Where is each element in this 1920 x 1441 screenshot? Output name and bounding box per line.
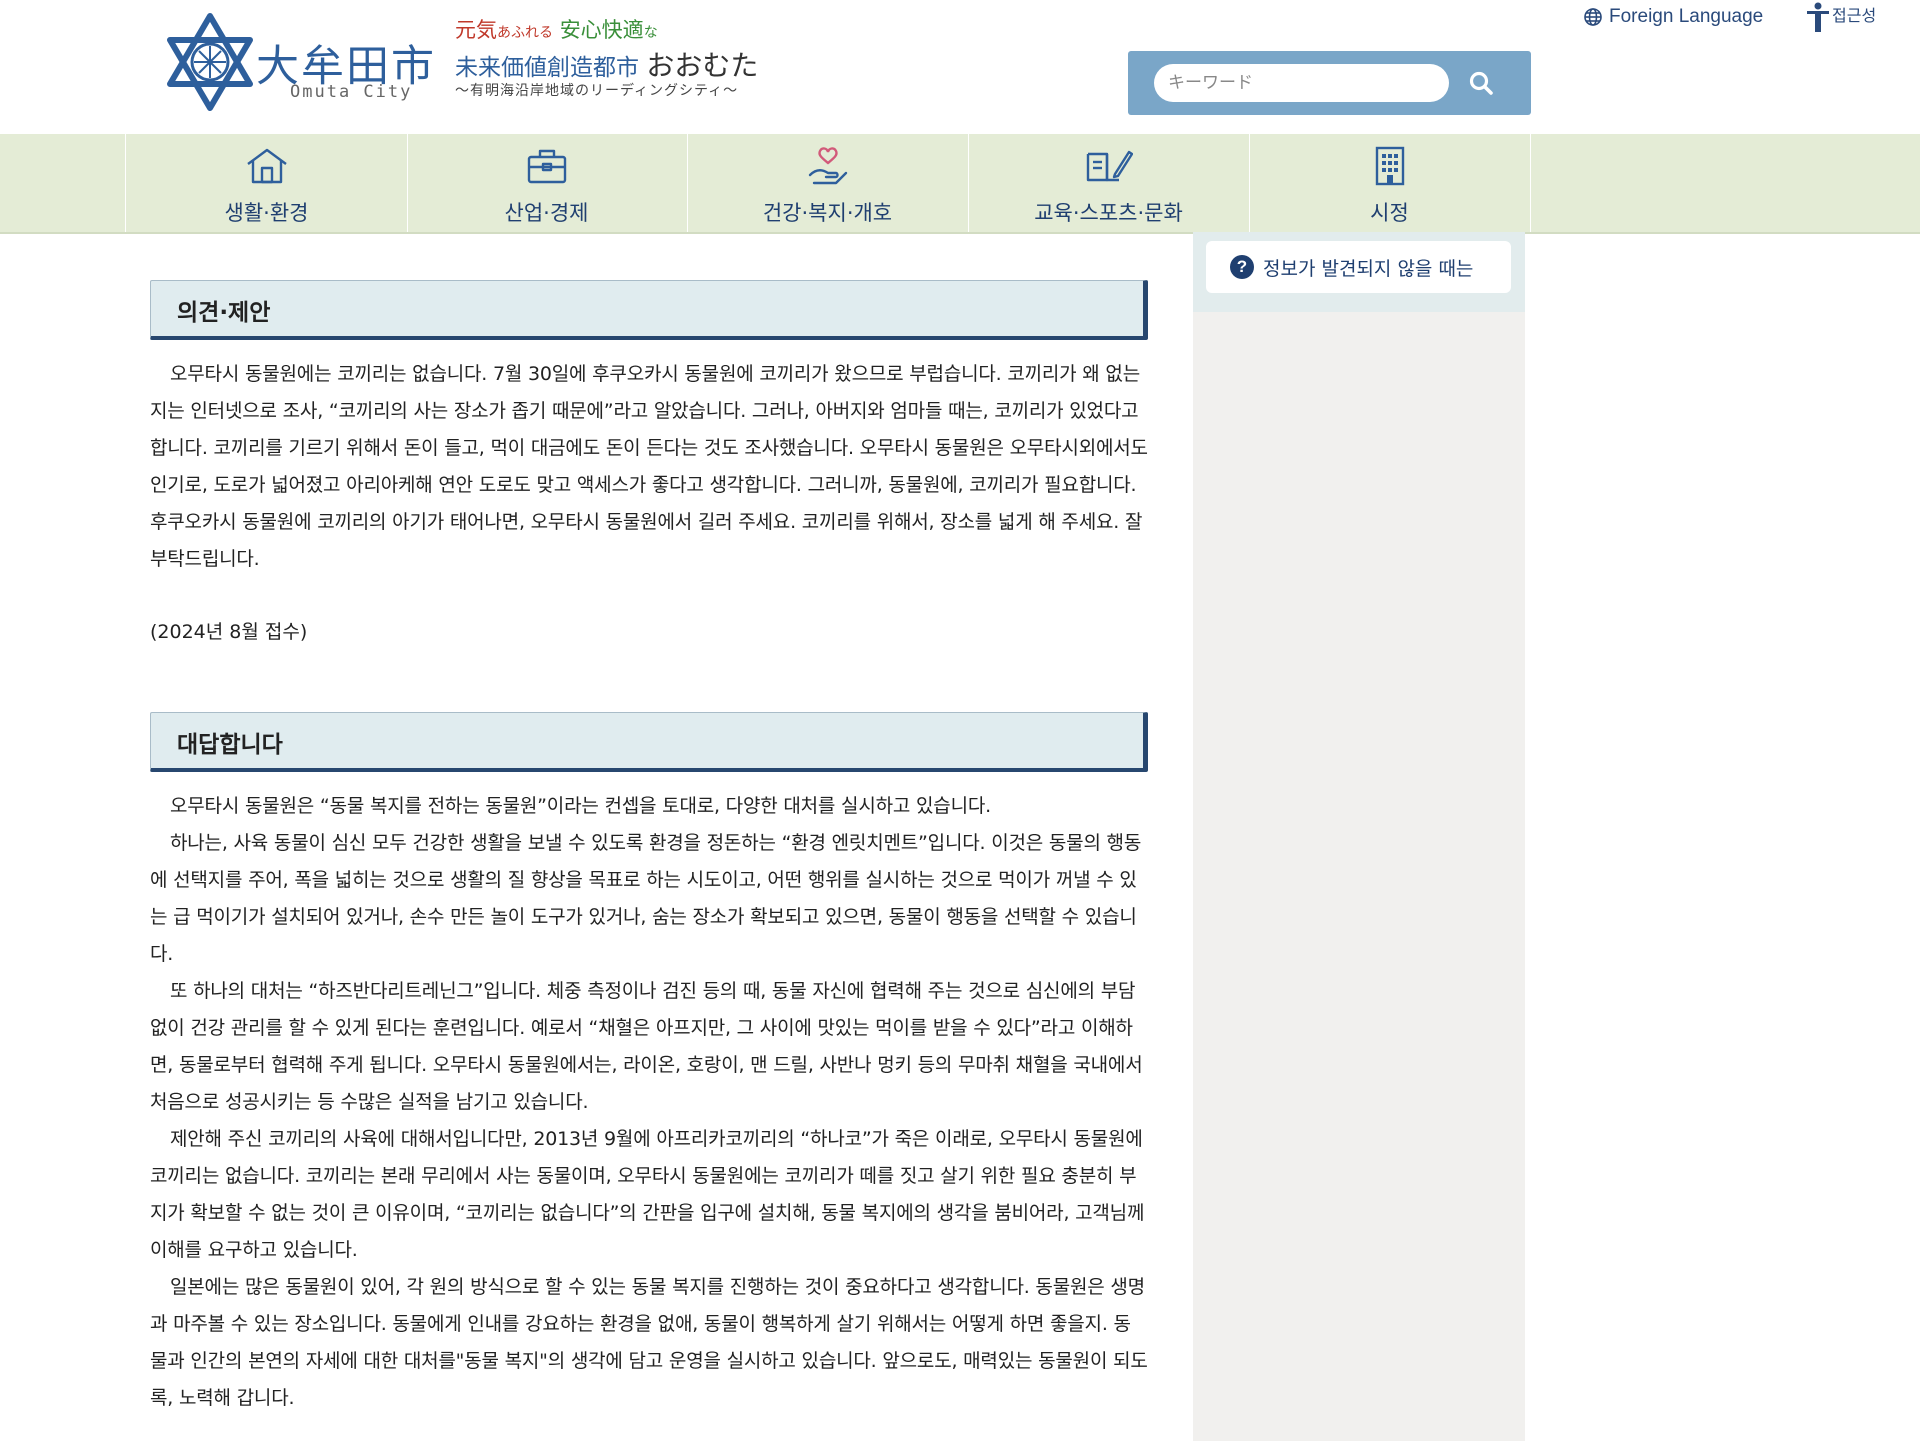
globe-icon bbox=[1584, 8, 1602, 26]
answer-paragraph: 일본에는 많은 동물원이 있어, 각 원의 방식으로 할 수 있는 동물 복지를… bbox=[150, 1276, 1148, 1409]
info-not-found-link[interactable]: ? 정보가 발견되지 않을 때는 bbox=[1206, 241, 1511, 293]
answer-heading: 대답합니다 bbox=[177, 732, 283, 758]
answer-paragraph: 또 하나의 대처는 “하즈반다리트레닌그”입니다. 체중 측정이나 검진 등의 … bbox=[150, 980, 1143, 1113]
briefcase-icon bbox=[527, 149, 566, 184]
search-icon bbox=[1469, 71, 1493, 95]
nav-item-health-welfare-care[interactable]: 건강·복지·개호 bbox=[687, 134, 969, 232]
tagline-word: あふれる bbox=[497, 25, 553, 41]
received-date: (2024년 8월 접수) bbox=[150, 621, 308, 643]
tagline-subline: 〜有明海沿岸地域のリーディングシティ〜 bbox=[455, 83, 739, 99]
heart-hand-icon bbox=[808, 147, 847, 185]
city-tagline: 元気あふれる 安心快適な 未来価値創造都市 おおむた 〜有明海沿岸地域のリーディ… bbox=[455, 14, 815, 100]
nav-item-city-administration[interactable]: 시정 bbox=[1249, 134, 1531, 232]
foreign-language-link[interactable]: Foreign Language bbox=[1583, 6, 1763, 28]
search-bar bbox=[1128, 51, 1531, 115]
nav-item-education-sports-culture[interactable]: 교육·스포츠·문화 bbox=[968, 134, 1250, 232]
accessibility-link[interactable]: 접근성 bbox=[1806, 2, 1876, 34]
house-icon bbox=[246, 148, 287, 184]
building-icon bbox=[1375, 146, 1404, 186]
accessibility-person-icon bbox=[1807, 2, 1829, 32]
book-pen-icon bbox=[1086, 150, 1133, 182]
answer-body: 오무타시 동물원은 “동물 복지를 전하는 동물원”이라는 컨셉을 토대로, 다… bbox=[150, 788, 1148, 1417]
sidebar-header: ? 정보가 발견되지 않을 때는 bbox=[1193, 232, 1525, 312]
global-nav: 생활·환경 산업·경제 건강·복지·개호 교육·스포츠·문화 시정 bbox=[0, 134, 1920, 234]
foreign-language-label: Foreign Language bbox=[1609, 6, 1764, 27]
nav-label: 건강·복지·개호 bbox=[762, 201, 893, 225]
tagline-word: 未来価値創造都市 bbox=[455, 55, 639, 81]
opinion-body: 오무타시 동물원에는 코끼리는 없습니다. 7월 30일에 후쿠오카시 동물원에… bbox=[150, 363, 1148, 570]
accessibility-label: 접근성 bbox=[1832, 6, 1877, 25]
info-not-found-label: 정보가 발견되지 않을 때는 bbox=[1263, 257, 1474, 280]
nav-label: 교육·스포츠·문화 bbox=[1034, 201, 1183, 225]
answer-paragraph: 하나는, 사육 동물이 심신 모두 건강한 생활을 보낼 수 있도록 환경을 정… bbox=[150, 832, 1142, 965]
nav-item-life-environment[interactable]: 생활·환경 bbox=[125, 134, 408, 232]
opinion-heading-box: 의견·제안 bbox=[150, 280, 1148, 340]
nav-label: 시정 bbox=[1370, 201, 1409, 225]
tagline-word: おおむた bbox=[646, 49, 759, 82]
tagline-word: 元気 bbox=[455, 18, 497, 42]
answer-heading-box: 대답합니다 bbox=[150, 712, 1148, 772]
opinion-heading: 의견·제안 bbox=[177, 300, 271, 326]
logo-subtitle: Omuta City bbox=[290, 82, 413, 102]
tagline-word: な bbox=[643, 25, 658, 41]
search-button[interactable] bbox=[1463, 65, 1499, 101]
sidebar: ? 정보가 발견되지 않을 때는 bbox=[1193, 232, 1525, 1441]
nav-label: 생활·환경 bbox=[224, 201, 309, 225]
omuta-emblem-icon bbox=[167, 13, 253, 111]
nav-label: 산업·경제 bbox=[504, 201, 589, 225]
question-icon: ? bbox=[1230, 255, 1254, 279]
answer-paragraph: 오무타시 동물원은 “동물 복지를 전하는 동물원”이라는 컨셉을 토대로, 다… bbox=[170, 795, 991, 817]
search-input[interactable] bbox=[1154, 64, 1449, 102]
answer-paragraph: 제안해 주신 코끼리의 사육에 대해서입니다만, 2013년 9월에 아프리카코… bbox=[150, 1128, 1145, 1261]
main-content: 의견·제안 오무타시 동물원에는 코끼리는 없습니다. 7월 30일에 후쿠오카… bbox=[150, 280, 1148, 1417]
tagline-word: 安心快適 bbox=[559, 18, 644, 42]
site-logo[interactable]: 大牟田市 Omuta City bbox=[164, 12, 434, 112]
nav-item-industry-economy[interactable]: 산업·경제 bbox=[406, 134, 688, 232]
